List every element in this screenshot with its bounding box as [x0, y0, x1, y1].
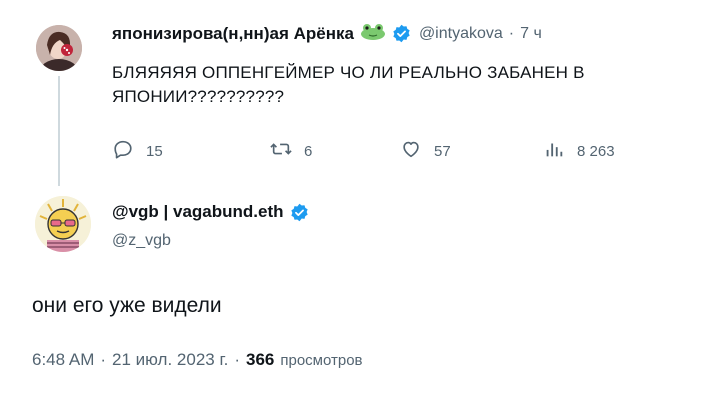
separator-dot: · — [100, 350, 107, 369]
like-action[interactable]: 57 — [400, 138, 451, 164]
handle[interactable]: @intyakova — [419, 25, 503, 43]
retweet-action[interactable]: 6 — [270, 138, 312, 164]
avatar[interactable] — [36, 25, 82, 71]
tweet-meta: 6:48 AM · 21 июл. 2023 г. · 366 просмотр… — [32, 350, 363, 370]
separator-dot: · — [508, 24, 515, 42]
thread-line — [58, 76, 60, 186]
views-icon — [543, 138, 565, 164]
views-label: просмотров — [280, 352, 363, 369]
verified-badge-icon — [392, 24, 411, 43]
timestamp[interactable]: 7 ч — [520, 25, 542, 43]
frog-emoji-icon — [360, 22, 386, 45]
tweet-text-line: ЯПОНИИ?????????? — [112, 87, 285, 106]
verified-badge-icon — [290, 203, 309, 222]
tweet-time[interactable]: 6:48 AM — [32, 350, 94, 370]
parent-tweet-header: японизирова(н,нн)ая Арёнка @intyakova · … — [112, 22, 542, 45]
separator-dot: · — [234, 350, 240, 369]
like-count: 57 — [434, 142, 451, 160]
views-count: 366 — [245, 350, 275, 369]
reply-tweet-header: @vgb | vagabund.eth — [112, 202, 309, 222]
like-icon — [400, 138, 422, 164]
parent-tweet-text: БЛЯЯЯЯЯ ОППЕНГЕЙМЕР ЧО ЛИ РЕАЛЬНО ЗАБАНЕ… — [112, 61, 585, 109]
retweet-count: 6 — [304, 142, 313, 160]
avatar[interactable] — [35, 196, 91, 252]
reply-action[interactable]: 15 — [112, 138, 163, 164]
reply-count: 15 — [146, 142, 163, 160]
views-action[interactable]: 8 263 — [543, 138, 615, 164]
reply-icon — [112, 138, 134, 164]
retweet-icon — [270, 138, 292, 164]
display-name[interactable]: японизирова(н,нн)ая Арёнка — [112, 24, 354, 44]
handle[interactable]: @z_vgb — [112, 232, 171, 250]
views-count: 8 263 — [577, 142, 615, 160]
reply-tweet-text: они его уже видели — [32, 294, 222, 317]
display-name[interactable]: @vgb | vagabund.eth — [112, 202, 284, 222]
tweet-text-line: БЛЯЯЯЯЯ ОППЕНГЕЙМЕР ЧО ЛИ РЕАЛЬНО ЗАБАНЕ… — [112, 63, 585, 82]
tweet-date[interactable]: 21 июл. 2023 г. — [112, 350, 228, 370]
